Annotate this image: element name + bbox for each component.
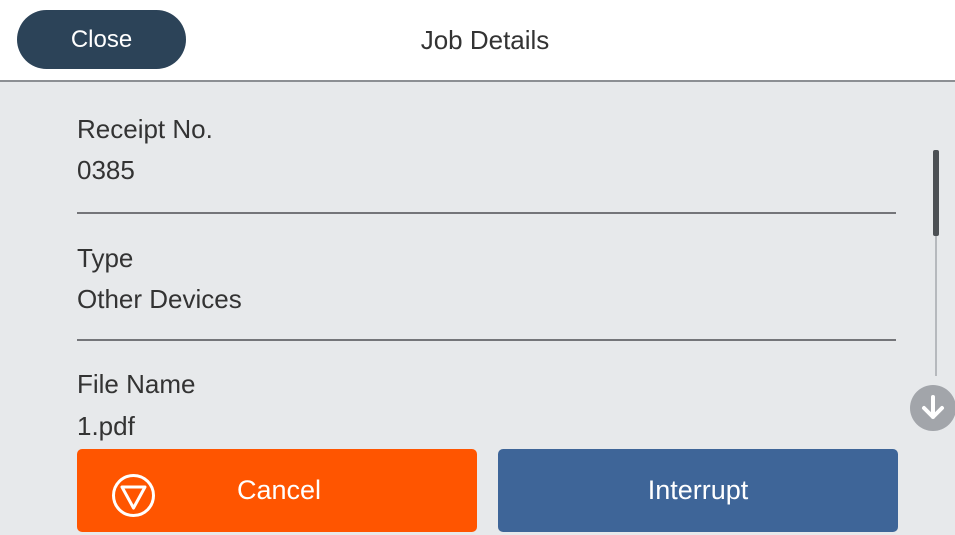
close-button-label: Close bbox=[70, 26, 133, 53]
type-item: Type Other Devices bbox=[77, 214, 896, 341]
receipt-number-value: 0385 bbox=[77, 155, 135, 185]
cancel-button-label: Cancel bbox=[237, 475, 322, 505]
job-details-list[interactable]: Receipt No. 0385 Type Other Devices File… bbox=[77, 83, 896, 448]
stop-icon bbox=[110, 469, 157, 517]
interrupt-button-label: Interrupt bbox=[647, 475, 749, 505]
file-name-item: File Name 1.pdf bbox=[77, 341, 896, 448]
type-label: Type bbox=[77, 243, 134, 273]
file-name-label: File Name bbox=[77, 369, 196, 399]
vertical-scrollbar[interactable] bbox=[933, 150, 939, 376]
job-details-screen: Close Job Details Receipt No. 0385 Type … bbox=[0, 0, 955, 535]
interrupt-button[interactable]: Interrupt bbox=[498, 449, 898, 532]
receipt-number-label: Receipt No. bbox=[77, 114, 213, 144]
type-value: Other Devices bbox=[77, 284, 242, 314]
scrollbar-thumb[interactable] bbox=[933, 150, 939, 236]
cancel-button[interactable]: Cancel bbox=[77, 449, 477, 532]
file-name-value: 1.pdf bbox=[77, 411, 135, 441]
page-title: Job Details bbox=[420, 25, 550, 55]
scroll-down-button[interactable] bbox=[910, 385, 955, 431]
close-button[interactable]: Close bbox=[17, 10, 186, 69]
receipt-number-item: Receipt No. 0385 bbox=[77, 83, 896, 214]
arrow-down-icon bbox=[922, 395, 944, 419]
header-bar: Close Job Details bbox=[0, 0, 955, 82]
